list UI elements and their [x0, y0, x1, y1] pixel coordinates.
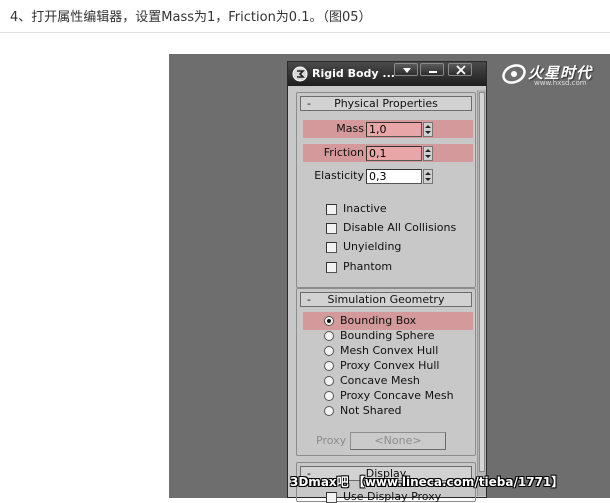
mass-spinner[interactable]	[423, 122, 433, 137]
minimize-icon	[429, 71, 437, 73]
scrollbar-thumb[interactable]	[479, 92, 485, 472]
mesh-convex-hull-label: Mesh Convex Hull	[340, 344, 439, 357]
max-app-icon	[292, 66, 308, 82]
proxy-concave-mesh-label: Proxy Concave Mesh	[340, 389, 454, 402]
disable-all-collisions-checkbox[interactable]	[326, 223, 337, 234]
caption-divider	[0, 32, 610, 33]
spinner-arrows-icon	[425, 125, 431, 134]
phantom-checkbox[interactable]	[326, 262, 337, 273]
proxy-concave-mesh-radio[interactable]	[324, 391, 334, 401]
disable-all-collisions-label: Disable All Collisions	[343, 221, 457, 234]
proxy-convex-hull-radio[interactable]	[324, 361, 334, 371]
use-display-proxy-label: Use Display Proxy	[343, 490, 442, 503]
panel-scrollbar[interactable]	[477, 90, 486, 496]
not-shared-label: Not Shared	[340, 404, 402, 417]
unyielding-checkbox[interactable]	[326, 242, 337, 253]
elasticity-spinner[interactable]	[423, 169, 433, 184]
mesh-convex-hull-radio[interactable]	[324, 346, 334, 356]
friction-input[interactable]: 0,1	[366, 146, 422, 161]
rollout-title: Simulation Geometry	[327, 293, 445, 306]
proxy-label: Proxy	[316, 434, 347, 447]
bounding-box-radio[interactable]	[324, 316, 334, 326]
inactive-label: Inactive	[343, 202, 387, 215]
close-button[interactable]	[448, 63, 472, 76]
concave-mesh-label: Concave Mesh	[340, 374, 420, 387]
minimize-button[interactable]	[420, 63, 444, 76]
dropdown-icon	[403, 68, 411, 73]
not-shared-radio[interactable]	[324, 406, 334, 416]
site-logo: 火星时代 www.hxsd.com	[500, 60, 606, 88]
elasticity-input[interactable]: 0,3	[366, 169, 422, 184]
unyielding-label: Unyielding	[343, 240, 402, 253]
window-titlebar[interactable]: Rigid Body ...	[288, 62, 486, 86]
simulation-geometry-header[interactable]: - Simulation Geometry	[300, 292, 472, 307]
spinner-arrows-icon	[425, 172, 431, 181]
friction-label: Friction	[323, 146, 364, 159]
window-title: Rigid Body ...	[312, 67, 395, 80]
mass-input[interactable]: 1,0	[366, 122, 422, 137]
rollout-title: Physical Properties	[334, 97, 438, 110]
forum-watermark: 3Dmax吧 【www.lineca.com/tieba/1771】	[290, 475, 564, 489]
rigid-body-window: Rigid Body ... - Physical Properties Mas…	[287, 61, 487, 503]
concave-mesh-radio[interactable]	[324, 376, 334, 386]
logo-swirl-icon	[502, 64, 526, 84]
phantom-label: Phantom	[343, 260, 393, 273]
physical-properties-header[interactable]: - Physical Properties	[300, 96, 472, 111]
friction-spinner[interactable]	[423, 146, 433, 161]
proxy-convex-hull-label: Proxy Convex Hull	[340, 359, 440, 372]
spinner-arrows-icon	[425, 149, 431, 158]
logo-subtext: www.hxsd.com	[534, 79, 587, 87]
bounding-box-label: Bounding Box	[340, 314, 417, 327]
menu-button[interactable]	[394, 63, 418, 76]
proxy-pick-button[interactable]: <None>	[350, 432, 446, 450]
elasticity-label: Elasticity	[314, 169, 364, 182]
mass-label: Mass	[336, 122, 364, 135]
article-caption: 4、打开属性编辑器，设置Mass为1，Friction为0.1。（图05）	[10, 10, 372, 25]
inactive-checkbox[interactable]	[326, 204, 337, 215]
bounding-sphere-label: Bounding Sphere	[340, 329, 435, 342]
bounding-sphere-radio[interactable]	[324, 331, 334, 341]
close-icon	[456, 65, 466, 75]
